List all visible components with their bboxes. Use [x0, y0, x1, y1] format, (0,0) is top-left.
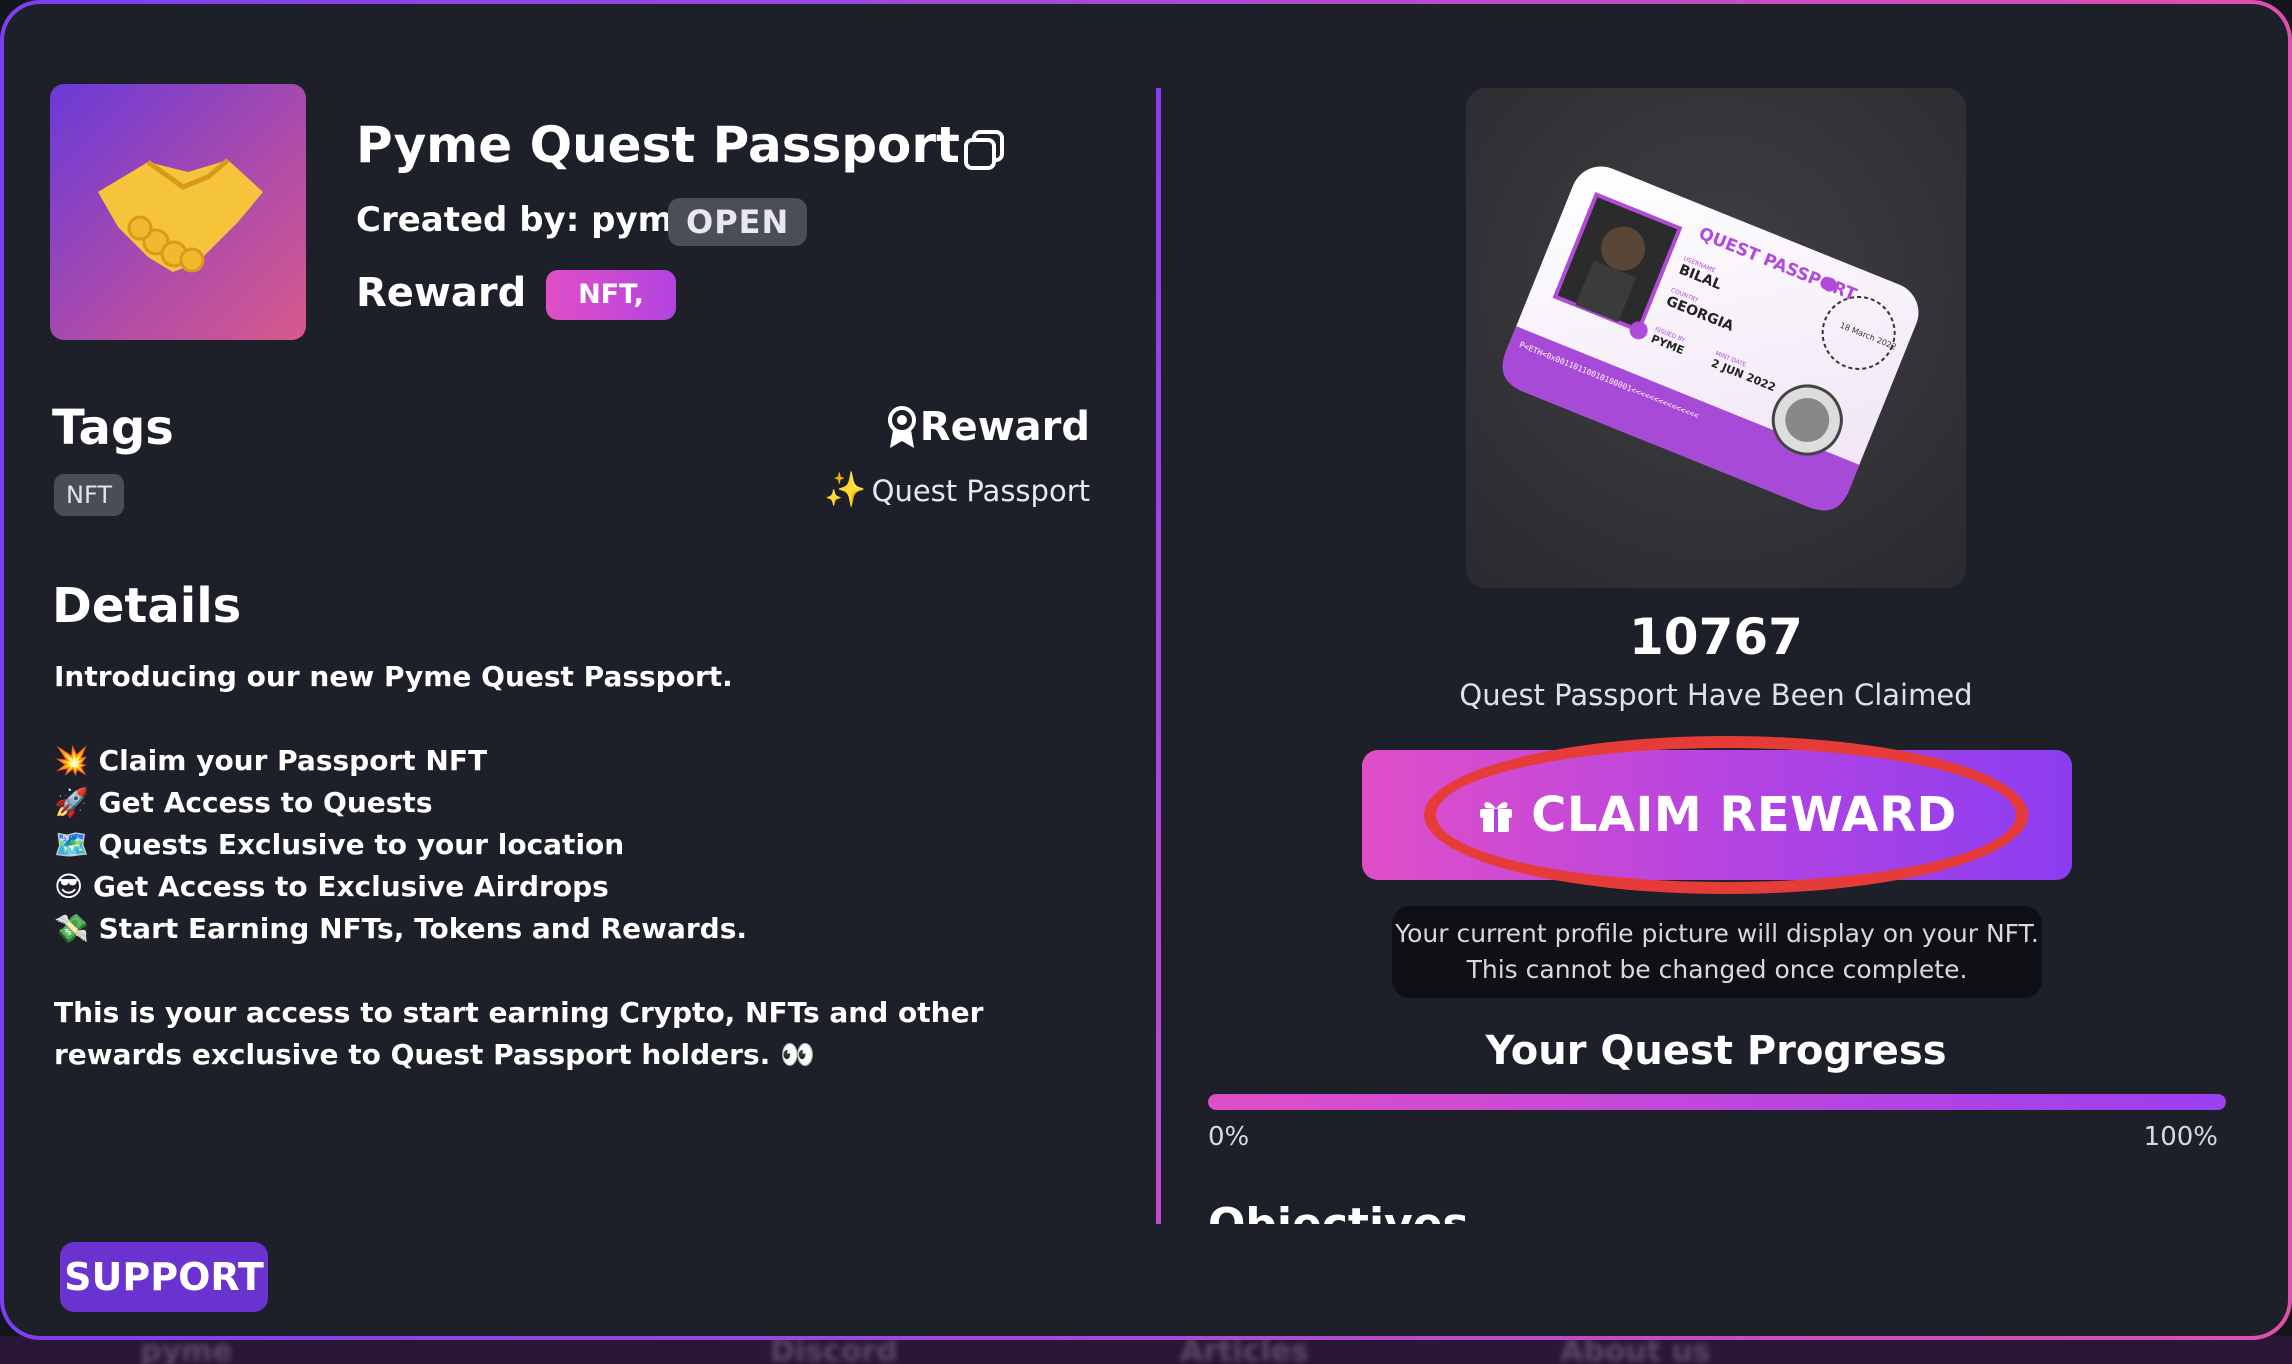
background-nav-about: About us: [1560, 1336, 1711, 1364]
rocket-icon: 🚀: [54, 786, 89, 819]
created-by: Created by: pyme: [356, 200, 697, 240]
details-outro: This is your access to start earning Cry…: [54, 996, 984, 1071]
quest-modal: Pyme Quest Passport Created by: pyme OPE…: [4, 4, 2288, 1336]
reward-item-label: Quest Passport: [871, 474, 1090, 508]
explosion-icon: 💥: [54, 744, 89, 777]
money-icon: 💸: [54, 912, 89, 945]
progress-heading: Your Quest Progress: [1485, 1028, 1947, 1074]
background-nav-discord: Discord: [770, 1336, 898, 1364]
progress-fill: [1208, 1094, 2226, 1110]
passport-card-illustration: QUEST PASSPORT USERNAME BILAL COUNTRY GE…: [1502, 166, 1919, 511]
background-nav-logo: pyme: [140, 1336, 233, 1364]
details-bullet: 💸 Start Earning NFTs, Tokens and Rewards…: [54, 912, 747, 945]
support-button[interactable]: SUPPORT: [60, 1242, 268, 1312]
claim-reward-button[interactable]: CLAIM REWARD: [1362, 736, 2072, 894]
reward-type-badge: NFT,: [546, 270, 676, 320]
copy-icon[interactable]: [962, 128, 1006, 172]
sparkles-icon: ✨: [824, 470, 867, 510]
map-icon: 🗺️: [54, 828, 89, 861]
reward-heading: Reward: [919, 404, 1090, 450]
details-bullet: 😎 Get Access to Exclusive Airdrops: [54, 870, 609, 903]
column-divider: [1156, 88, 1161, 1224]
background-nav: pyme Discord Articles About us: [0, 1336, 2292, 1364]
details-bullet: 💥 Claim your Passport NFT: [54, 744, 488, 777]
award-icon: [888, 406, 916, 448]
progress-max-label: 100%: [2143, 1122, 2218, 1152]
quest-title: Pyme Quest Passport: [356, 116, 960, 174]
reward-summary: Reward: [886, 404, 1090, 460]
status-badge: OPEN: [668, 198, 808, 246]
highlight-annotation: [1424, 736, 2028, 894]
sunglasses-icon: 😎: [54, 870, 84, 903]
handshake-icon: [98, 158, 263, 273]
reward-label: Reward: [356, 270, 527, 316]
tags-heading: Tags: [52, 400, 174, 456]
progress-min-label: 0%: [1208, 1122, 1250, 1152]
progress-bar: [1208, 1094, 2226, 1110]
details-bullet: 🚀 Get Access to Quests: [54, 786, 433, 819]
objectives-heading: Objectives: [1208, 1200, 1808, 1224]
claims-count: 10767: [1629, 608, 1803, 666]
details-heading: Details: [52, 578, 242, 634]
background-nav-articles: Articles: [1180, 1336, 1309, 1364]
quest-thumbnail: [50, 84, 306, 340]
passport-nft-image: QUEST PASSPORT USERNAME BILAL COUNTRY GE…: [1466, 88, 1966, 588]
details-intro: Introducing our new Pyme Quest Passport.: [54, 660, 733, 693]
reward-item: ✨ Quest Passport: [824, 468, 1090, 516]
details-bullet: 🗺️ Quests Exclusive to your location: [54, 828, 625, 861]
profile-picture-notice: Your current profile picture will displa…: [1392, 906, 2042, 998]
claims-caption: Quest Passport Have Been Claimed: [1459, 678, 1973, 712]
quest-modal-frame: Pyme Quest Passport Created by: pyme OPE…: [0, 0, 2292, 1340]
details-body: Introducing our new Pyme Quest Passport.…: [54, 656, 1094, 1076]
tag-chip: NFT: [54, 474, 124, 516]
